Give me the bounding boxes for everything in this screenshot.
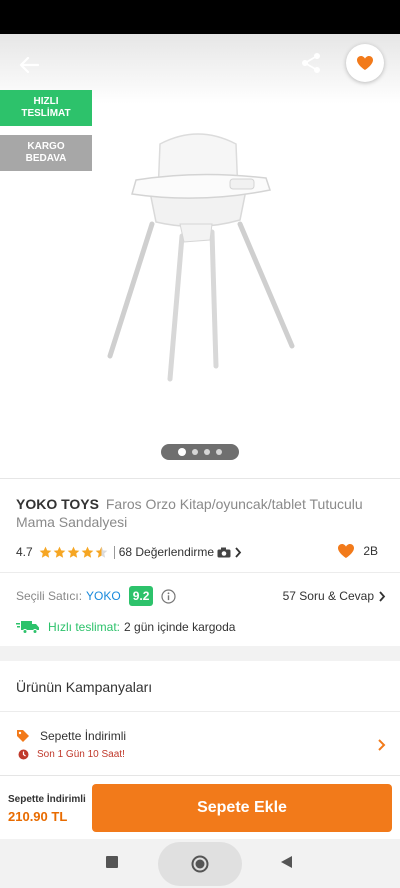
chevron-right-icon <box>235 546 242 558</box>
seller-label: Seçili Satıcı: <box>16 589 83 603</box>
price: 210.90 TL <box>8 809 68 824</box>
recent-apps-button[interactable] <box>106 856 118 868</box>
carousel-indicator[interactable] <box>161 444 239 460</box>
campaign-name: Sepette İndirimli <box>40 729 127 743</box>
home-circle-icon <box>191 855 209 873</box>
high-chair-product-image <box>107 133 295 382</box>
star-icon <box>39 546 52 558</box>
back-button[interactable] <box>14 50 44 80</box>
questions-answers-link[interactable]: 57 Soru & Cevap <box>283 589 386 603</box>
badge-line: BEDAVA <box>25 153 67 164</box>
heart-icon <box>357 56 373 70</box>
chevron-right-icon <box>379 590 386 602</box>
seller-name-link[interactable]: YOKO <box>86 589 121 603</box>
status-bar <box>0 0 400 34</box>
star-icon <box>53 546 66 558</box>
product-image-gallery[interactable]: HIZLI TESLİMAT KARGO BEDAVA <box>0 34 400 478</box>
favorite-count-value: 2B <box>363 544 378 558</box>
product-title: YOKO TOYS Faros Orzo Kitap/oyuncak/table… <box>16 495 386 531</box>
badge-line: TESLİMAT <box>21 108 71 119</box>
heart-icon <box>338 544 355 558</box>
badge-line: KARGO <box>27 141 65 152</box>
add-to-cart-button[interactable]: Sepete Ekle <box>92 784 392 832</box>
separator <box>113 545 115 559</box>
badge-line: HIZLI <box>33 96 59 107</box>
divider <box>0 711 400 712</box>
rating-value: 4.7 <box>16 545 33 559</box>
seller-row: Seçili Satıcı: YOKO 9.2 57 Soru & Cevap <box>16 585 386 607</box>
clock-icon <box>18 749 29 760</box>
star-icon <box>67 546 80 558</box>
share-button[interactable] <box>296 48 326 78</box>
qa-label: 57 Soru & Cevap <box>282 589 374 603</box>
info-icon[interactable] <box>161 588 177 604</box>
fast-delivery-badge: HIZLI TESLİMAT <box>0 90 92 126</box>
brand-name[interactable]: YOKO TOYS <box>16 496 99 512</box>
campaign-timer: Son 1 Gün 10 Saat! <box>18 749 125 760</box>
product-info-card: YOKO TOYS Faros Orzo Kitap/oyuncak/table… <box>0 478 400 646</box>
carousel-dot[interactable] <box>178 448 186 456</box>
home-button[interactable] <box>158 842 242 886</box>
favorite-button[interactable] <box>346 44 384 82</box>
campaigns-title: Ürünün Kampanyaları <box>16 679 153 695</box>
rating-stars <box>39 546 108 559</box>
add-to-cart-bar: Sepette İndirimli 210.90 TL Sepete Ekle <box>0 775 400 839</box>
favorite-count[interactable]: 2B <box>337 543 378 559</box>
free-cargo-badge: KARGO BEDAVA <box>0 135 92 171</box>
price-label: Sepette İndirimli <box>8 794 86 805</box>
campaign-timer-text: Son 1 Gün 10 Saat! <box>37 749 125 760</box>
arrow-left-icon <box>19 56 39 74</box>
carousel-dot[interactable] <box>192 449 198 455</box>
seller-score-badge: 9.2 <box>128 586 154 606</box>
chevron-right-icon <box>378 739 386 751</box>
divider <box>0 572 400 573</box>
system-navigation-bar <box>0 839 400 888</box>
camera-icon <box>217 547 231 557</box>
half-star-icon <box>95 546 108 558</box>
star-icon <box>81 546 94 558</box>
carousel-dot[interactable] <box>216 449 222 455</box>
tag-icon <box>17 730 29 742</box>
campaign-item[interactable]: Sepette İndirimli Son 1 Gün 10 Saat! <box>16 727 386 767</box>
delivery-label: Hızlı teslimat: <box>48 620 121 634</box>
truck-icon <box>16 621 39 634</box>
campaigns-section: Ürünün Kampanyaları Sepette İndirimli So… <box>0 661 400 775</box>
reviews-link[interactable]: 68 Değerlendirme <box>119 545 242 559</box>
delivery-info: Hızlı teslimat: 2 gün içinde kargoda <box>16 619 235 635</box>
rating-row[interactable]: 4.7 68 Değerlendirme 2B <box>16 543 384 561</box>
carousel-dot[interactable] <box>204 449 210 455</box>
delivery-text: 2 gün içinde kargoda <box>124 620 236 634</box>
share-icon <box>302 53 320 73</box>
back-triangle-icon[interactable] <box>280 855 293 869</box>
reviews-count: 68 Değerlendirme <box>118 545 215 559</box>
